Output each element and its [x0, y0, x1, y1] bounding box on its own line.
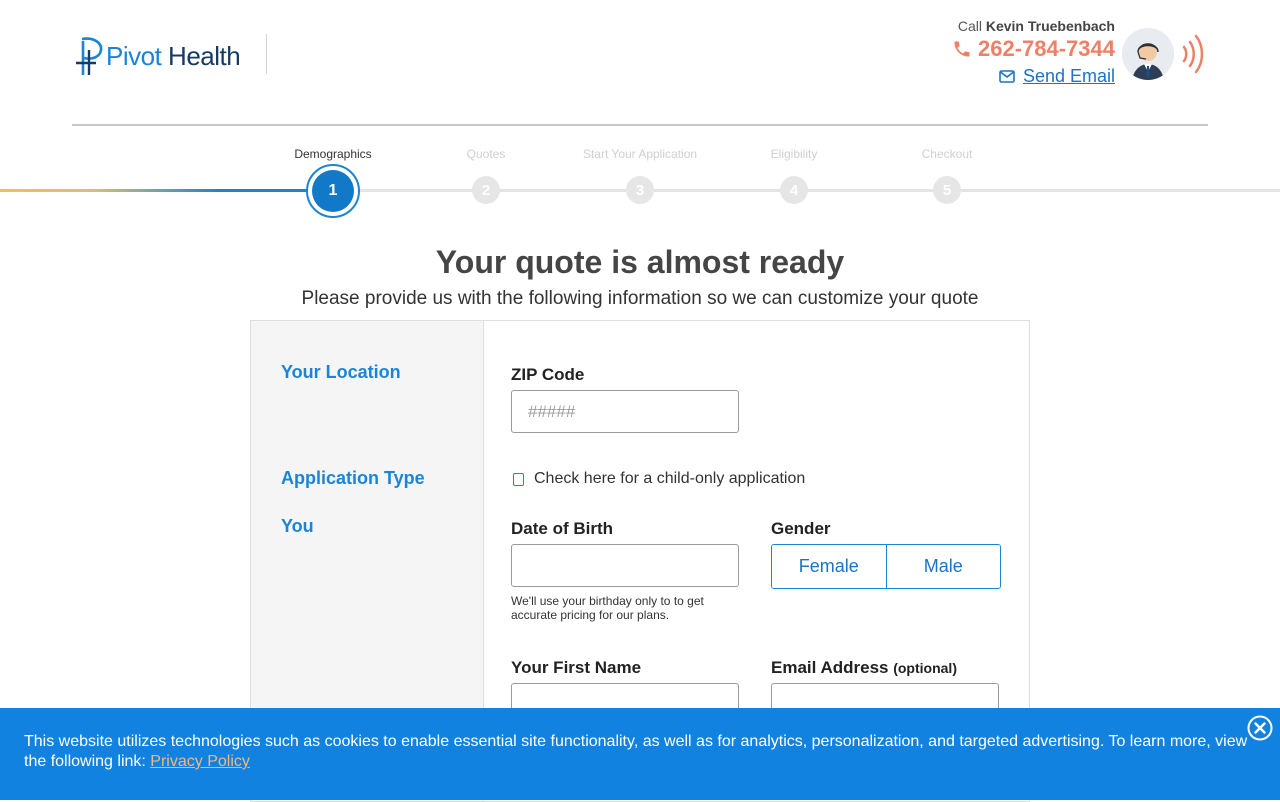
send-email-link[interactable]: Send Email: [952, 66, 1115, 87]
section-label-location: Your Location: [281, 362, 401, 382]
agent-phone-number: 262-784-7344: [977, 36, 1115, 61]
close-icon[interactable]: [1247, 715, 1273, 741]
page-subtitle: Please provide us with the following inf…: [301, 288, 979, 309]
step-label-demographics: Demographics: [294, 147, 372, 161]
gender-toggle: Female Male: [771, 544, 1001, 589]
step-label-checkout: Checkout: [921, 147, 973, 161]
child-only-checkbox[interactable]: [513, 472, 524, 486]
step-5-circle: 5: [933, 176, 961, 204]
pivot-health-logo-icon: [76, 37, 103, 75]
step-label-eligibility: Eligibility: [770, 147, 818, 161]
zip-code-label: ZIP Code: [511, 365, 585, 384]
sound-waves-icon: [1182, 34, 1204, 74]
gender-label: Gender: [771, 519, 831, 538]
gender-female-button[interactable]: Female: [772, 545, 886, 588]
first-name-label: Your First Name: [511, 658, 642, 677]
cookie-banner: This website utilizes technologies such …: [0, 708, 1280, 800]
child-only-checkbox-row[interactable]: Check here for a child-only application: [513, 470, 805, 488]
step-4-circle: 4: [780, 176, 808, 204]
send-email-label[interactable]: Send Email: [1023, 66, 1115, 87]
brand-name-health: Health: [168, 40, 241, 71]
agent-phone-link[interactable]: 262-784-7344: [952, 36, 1115, 62]
email-label-text: Email Address: [771, 658, 889, 677]
agent-contact: Call Kevin Truebenbach 262-784-7344 Send…: [952, 18, 1115, 87]
step-label-quotes: Quotes: [466, 147, 506, 161]
agent-call-line: Call Kevin Truebenbach: [952, 18, 1115, 34]
agent-avatar-image: [1122, 28, 1174, 80]
gender-male-button[interactable]: Male: [885, 545, 1000, 588]
header-divider: [72, 124, 1208, 126]
envelope-icon: [999, 70, 1015, 83]
step-2-circle: 2: [472, 176, 500, 204]
agent-avatar: [1122, 28, 1174, 80]
privacy-policy-link[interactable]: Privacy Policy: [150, 753, 250, 770]
step-3-circle: 3: [626, 176, 654, 204]
child-only-label: Check here for a child-only application: [534, 470, 806, 487]
step-1-circle: 1: [312, 170, 354, 212]
step-label-start-application: Start Your Application: [582, 147, 698, 161]
dob-input[interactable]: [511, 544, 739, 587]
email-label: Email Address (optional): [771, 658, 957, 678]
brand-logo[interactable]: Pivot Health: [74, 34, 241, 78]
phone-icon: [954, 41, 970, 57]
logo-divider: [266, 34, 267, 74]
section-label-application-type: Application Type: [281, 468, 425, 488]
email-optional-tag: (optional): [893, 660, 957, 676]
dob-label: Date of Birth: [511, 519, 613, 538]
progress-line-completed: [0, 189, 312, 192]
section-label-you: You: [281, 516, 314, 536]
brand-name-pivot: Pivot: [106, 40, 162, 71]
dob-help-text: We'll use your birthday only to to get a…: [511, 594, 704, 622]
agent-name: Kevin Truebenbach: [985, 18, 1115, 34]
zip-code-input[interactable]: [511, 390, 739, 433]
page-title: Your quote is almost ready: [435, 244, 845, 280]
call-prefix: Call: [957, 18, 982, 34]
cookie-banner-text: This website utilizes technologies such …: [24, 732, 1256, 772]
